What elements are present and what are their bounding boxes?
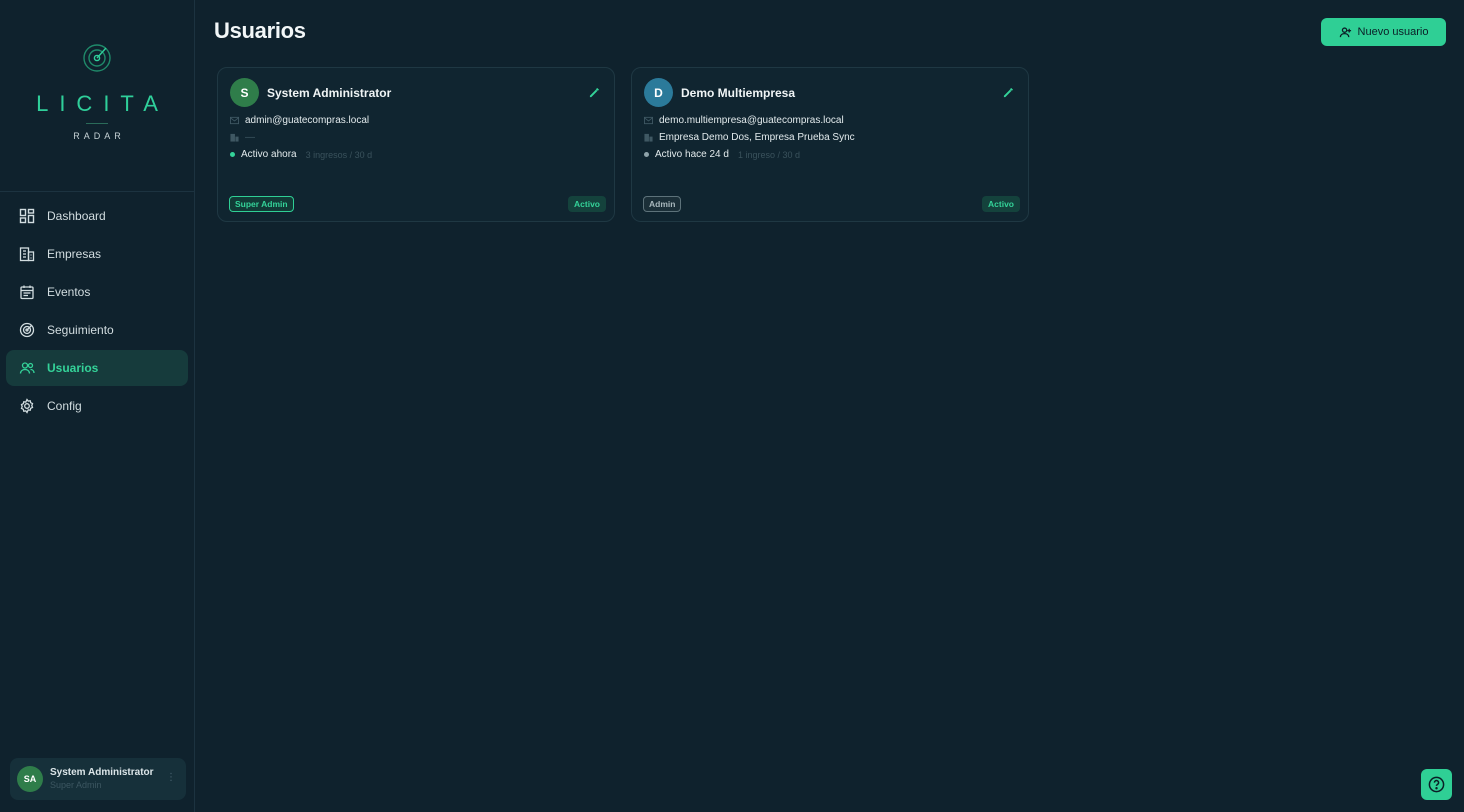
- new-user-button[interactable]: Nuevo usuario: [1321, 18, 1446, 46]
- more-vertical-icon[interactable]: ⋮: [166, 772, 176, 783]
- radar-icon: [19, 322, 35, 338]
- sidebar-item-dashboard[interactable]: Dashboard: [6, 198, 188, 234]
- activity-dot: [644, 152, 649, 157]
- sidebar-item-label: Usuarios: [47, 361, 99, 375]
- user-companies: —: [245, 132, 255, 143]
- current-user-card[interactable]: SA System Administrator Super Admin ⋮: [10, 758, 186, 800]
- user-activity-row: Activo hace 24 d 1 ingreso / 30 d: [644, 149, 800, 160]
- user-companies-row: —: [230, 132, 255, 143]
- sidebar-item-empresas[interactable]: Empresas: [6, 236, 188, 272]
- current-user-name: System Administrator: [50, 767, 154, 778]
- help-icon: [1428, 776, 1445, 793]
- new-user-label: Nuevo usuario: [1357, 26, 1429, 38]
- radar-logo-icon: [83, 44, 111, 72]
- avatar: D: [644, 78, 673, 107]
- role-badge: Admin: [643, 196, 682, 212]
- sidebar-item-config[interactable]: Config: [6, 388, 188, 424]
- user-companies-row: Empresa Demo Dos, Empresa Prueba Sync: [644, 132, 855, 143]
- user-activity: Activo hace 24 d: [655, 149, 729, 160]
- user-email: admin@guatecompras.local: [245, 115, 370, 126]
- brand-subtitle: RADAR: [73, 131, 125, 141]
- sidebar-item-seguimiento[interactable]: Seguimiento: [6, 312, 188, 348]
- user-card[interactable]: S System Administrator admin@guatecompra…: [217, 67, 615, 222]
- user-activity-row: Activo ahora 3 ingresos / 30 d: [230, 149, 372, 160]
- user-sessions: 3 ingresos / 30 d: [305, 149, 373, 160]
- edit-pencil-icon[interactable]: [1003, 87, 1014, 98]
- users-icon: [19, 362, 35, 374]
- current-user-role: Super Admin: [50, 780, 102, 790]
- dashboard-icon: [19, 208, 35, 224]
- user-card[interactable]: D Demo Multiempresa demo.multiempresa@gu…: [631, 67, 1029, 222]
- user-sessions: 1 ingreso / 30 d: [737, 149, 800, 160]
- brand-logo: LICITA RADAR: [0, 0, 194, 192]
- avatar: SA: [17, 766, 43, 792]
- status-badge: Activo: [982, 196, 1020, 212]
- edit-pencil-icon[interactable]: [589, 87, 600, 98]
- sidebar-item-label: Dashboard: [47, 209, 106, 223]
- role-badge: Super Admin: [229, 196, 294, 212]
- sidebar-item-eventos[interactable]: Eventos: [6, 274, 188, 310]
- avatar: S: [230, 78, 259, 107]
- user-name: Demo Multiempresa: [681, 85, 796, 100]
- user-name: System Administrator: [267, 85, 392, 100]
- sidebar-nav: Dashboard Empresas Eventos Seguimiento U…: [6, 198, 188, 426]
- user-email-row: demo.multiempresa@guatecompras.local: [644, 115, 844, 126]
- sidebar-item-label: Seguimiento: [47, 323, 114, 337]
- user-activity: Activo ahora: [241, 149, 297, 160]
- activity-dot: [230, 152, 235, 157]
- sidebar-item-usuarios[interactable]: Usuarios: [6, 350, 188, 386]
- mail-icon: [644, 116, 653, 125]
- help-button[interactable]: [1421, 769, 1452, 800]
- sidebar: LICITA RADAR Dashboard Empresas Eventos …: [0, 0, 195, 812]
- sidebar-item-label: Empresas: [47, 247, 102, 261]
- gear-icon: [20, 398, 34, 414]
- brand-divider: [86, 123, 108, 124]
- user-email-row: admin@guatecompras.local: [230, 115, 369, 126]
- calendar-icon: [20, 285, 34, 300]
- building-icon: [230, 133, 239, 142]
- status-badge: Activo: [568, 196, 606, 212]
- mail-icon: [230, 116, 239, 125]
- user-email: demo.multiempresa@guatecompras.local: [659, 115, 844, 126]
- user-companies: Empresa Demo Dos, Empresa Prueba Sync: [659, 132, 855, 143]
- brand-name: LICITA: [36, 91, 169, 116]
- building-icon: [19, 247, 35, 262]
- add-user-icon: [1339, 26, 1351, 37]
- building-icon: [644, 133, 653, 142]
- page-title: Usuarios: [214, 18, 306, 43]
- sidebar-item-label: Config: [47, 399, 82, 413]
- sidebar-item-label: Eventos: [47, 285, 91, 299]
